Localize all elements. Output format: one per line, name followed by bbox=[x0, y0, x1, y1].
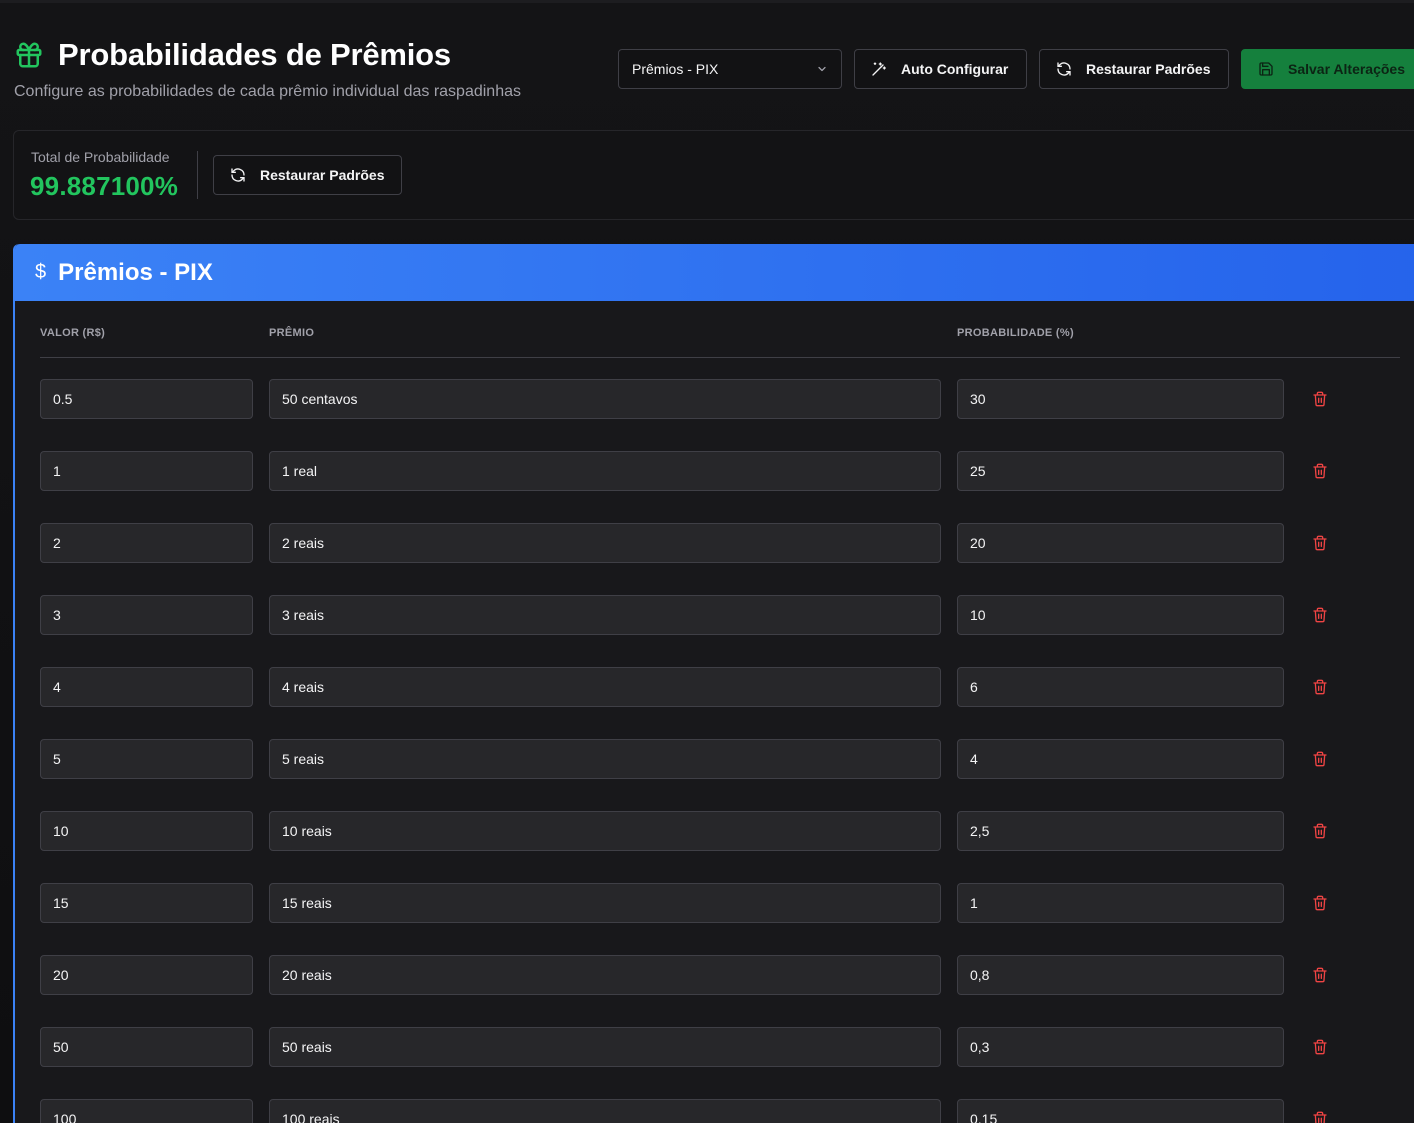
dollar-icon: $ bbox=[35, 261, 47, 283]
probabilidade-input[interactable] bbox=[957, 523, 1284, 563]
page: Probabilidades de Prêmios Configure as p… bbox=[0, 0, 1414, 1123]
prize-panel: $ Prêmios - PIX VALOR (R$) PRÊMIO PROBAB… bbox=[13, 244, 1414, 1123]
probabilidade-input[interactable] bbox=[957, 595, 1284, 635]
probabilidade-input[interactable] bbox=[957, 955, 1284, 995]
gift-icon bbox=[16, 42, 42, 68]
trash-icon[interactable] bbox=[1312, 679, 1328, 695]
trash-icon[interactable] bbox=[1312, 391, 1328, 407]
probabilidade-input[interactable] bbox=[957, 667, 1284, 707]
restore-defaults-button[interactable]: Restaurar Padrões bbox=[1039, 49, 1229, 89]
trash-icon[interactable] bbox=[1312, 895, 1328, 911]
premio-input[interactable] bbox=[269, 451, 941, 491]
refresh-icon bbox=[1057, 62, 1071, 76]
prize-row bbox=[15, 667, 1414, 707]
trash-icon[interactable] bbox=[1312, 607, 1328, 623]
total-probability-value: 99.887100% bbox=[30, 171, 179, 201]
save-changes-button[interactable]: Salvar Alterações bbox=[1241, 49, 1414, 89]
refresh-icon bbox=[231, 168, 245, 182]
summary-restore-button[interactable]: Restaurar Padrões bbox=[213, 155, 402, 195]
header-divider bbox=[40, 357, 1400, 358]
probabilidade-input[interactable] bbox=[957, 1099, 1284, 1123]
column-header-probabilidade: PROBABILIDADE (%) bbox=[957, 327, 1074, 339]
valor-input[interactable] bbox=[40, 667, 253, 707]
total-probability-label: Total de Probabilidade bbox=[31, 149, 170, 165]
probabilidade-input[interactable] bbox=[957, 739, 1284, 779]
trash-icon[interactable] bbox=[1312, 751, 1328, 767]
valor-input[interactable] bbox=[40, 595, 253, 635]
category-select[interactable]: Prêmios - PIX bbox=[618, 49, 842, 89]
trash-icon[interactable] bbox=[1312, 823, 1328, 839]
valor-input[interactable] bbox=[40, 811, 253, 851]
prize-row bbox=[15, 1099, 1414, 1123]
title-row: Probabilidades de Prêmios bbox=[14, 37, 451, 73]
auto-configure-label: Auto Configurar bbox=[901, 61, 1009, 77]
page-header: Probabilidades de Prêmios Configure as p… bbox=[0, 3, 1414, 123]
trash-icon[interactable] bbox=[1312, 463, 1328, 479]
auto-configure-button[interactable]: Auto Configurar bbox=[854, 49, 1027, 89]
panel-title: Prêmios - PIX bbox=[58, 258, 213, 286]
probabilidade-input[interactable] bbox=[957, 811, 1284, 851]
page-title: Probabilidades de Prêmios bbox=[58, 37, 451, 72]
column-header-valor: VALOR (R$) bbox=[40, 327, 106, 339]
prize-row bbox=[15, 955, 1414, 995]
valor-input[interactable] bbox=[40, 955, 253, 995]
panel-header: $ Prêmios - PIX bbox=[15, 244, 1414, 301]
valor-input[interactable] bbox=[40, 1027, 253, 1067]
valor-input[interactable] bbox=[40, 883, 253, 923]
summary-restore-label: Restaurar Padrões bbox=[260, 167, 385, 183]
premio-input[interactable] bbox=[269, 1027, 941, 1067]
trash-icon[interactable] bbox=[1312, 535, 1328, 551]
premio-input[interactable] bbox=[269, 883, 941, 923]
trash-icon[interactable] bbox=[1312, 1111, 1328, 1123]
chevron-down-icon bbox=[818, 66, 826, 72]
probability-summary-card: Total de Probabilidade 99.887100% Restau… bbox=[13, 130, 1414, 220]
prize-row bbox=[15, 811, 1414, 851]
premio-input[interactable] bbox=[269, 595, 941, 635]
prize-row bbox=[15, 379, 1414, 419]
prize-row bbox=[15, 595, 1414, 635]
trash-icon[interactable] bbox=[1312, 967, 1328, 983]
page-subtitle: Configure as probabilidades de cada prêm… bbox=[14, 83, 521, 100]
category-select-value: Prêmios - PIX bbox=[632, 61, 719, 77]
probabilidade-input[interactable] bbox=[957, 1027, 1284, 1067]
wand-icon bbox=[872, 62, 886, 76]
premio-input[interactable] bbox=[269, 667, 941, 707]
prize-row bbox=[15, 883, 1414, 923]
probabilidade-input[interactable] bbox=[957, 451, 1284, 491]
valor-input[interactable] bbox=[40, 451, 253, 491]
prize-row bbox=[15, 451, 1414, 491]
probabilidade-input[interactable] bbox=[957, 883, 1284, 923]
restore-defaults-label: Restaurar Padrões bbox=[1086, 61, 1211, 77]
premio-input[interactable] bbox=[269, 379, 941, 419]
trash-icon[interactable] bbox=[1312, 1039, 1328, 1055]
prize-row bbox=[15, 1027, 1414, 1067]
prize-row bbox=[15, 739, 1414, 779]
premio-input[interactable] bbox=[269, 955, 941, 995]
save-changes-label: Salvar Alterações bbox=[1288, 61, 1405, 77]
valor-input[interactable] bbox=[40, 523, 253, 563]
valor-input[interactable] bbox=[40, 739, 253, 779]
valor-input[interactable] bbox=[40, 379, 253, 419]
column-header-premio: PRÊMIO bbox=[269, 327, 315, 339]
premio-input[interactable] bbox=[269, 523, 941, 563]
premio-input[interactable] bbox=[269, 1099, 941, 1123]
summary-divider bbox=[197, 151, 198, 199]
valor-input[interactable] bbox=[40, 1099, 253, 1123]
premio-input[interactable] bbox=[269, 739, 941, 779]
probabilidade-input[interactable] bbox=[957, 379, 1284, 419]
prize-row bbox=[15, 523, 1414, 563]
premio-input[interactable] bbox=[269, 811, 941, 851]
save-icon bbox=[1259, 62, 1273, 76]
